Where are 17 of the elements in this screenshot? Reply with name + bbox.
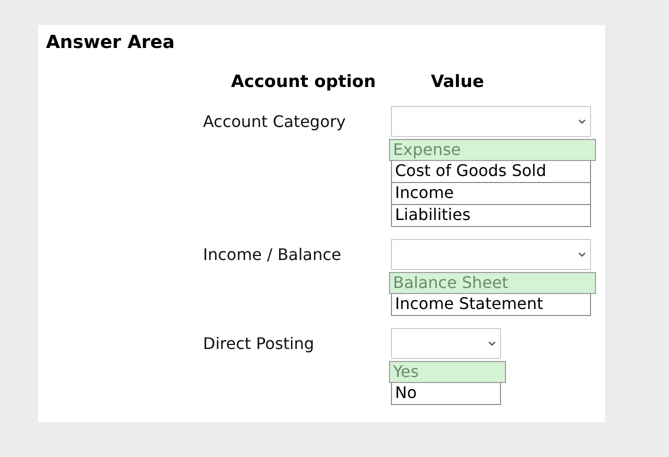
answer-option[interactable]: Liabilities	[391, 204, 591, 226]
dropdown[interactable]	[391, 238, 591, 270]
answer-option[interactable]: Cost of Goods Sold	[391, 160, 591, 182]
field-label: Account Category	[203, 110, 347, 132]
column-header: Account option	[231, 71, 376, 94]
column-header: Value	[430, 71, 484, 94]
chevron-icon	[488, 340, 496, 346]
field-label: Income / Balance	[203, 244, 342, 266]
dropdown[interactable]	[391, 106, 591, 136]
answer-option[interactable]: No	[391, 382, 501, 404]
answer-option[interactable]: Income	[391, 182, 591, 204]
dropdown[interactable]	[391, 328, 501, 358]
chevron-icon	[578, 252, 586, 256]
heading: Answer Area	[46, 31, 175, 55]
answer-option[interactable]: Income Statement	[391, 294, 591, 316]
field-label: Direct Posting	[203, 332, 316, 354]
chevron-icon	[578, 118, 586, 124]
